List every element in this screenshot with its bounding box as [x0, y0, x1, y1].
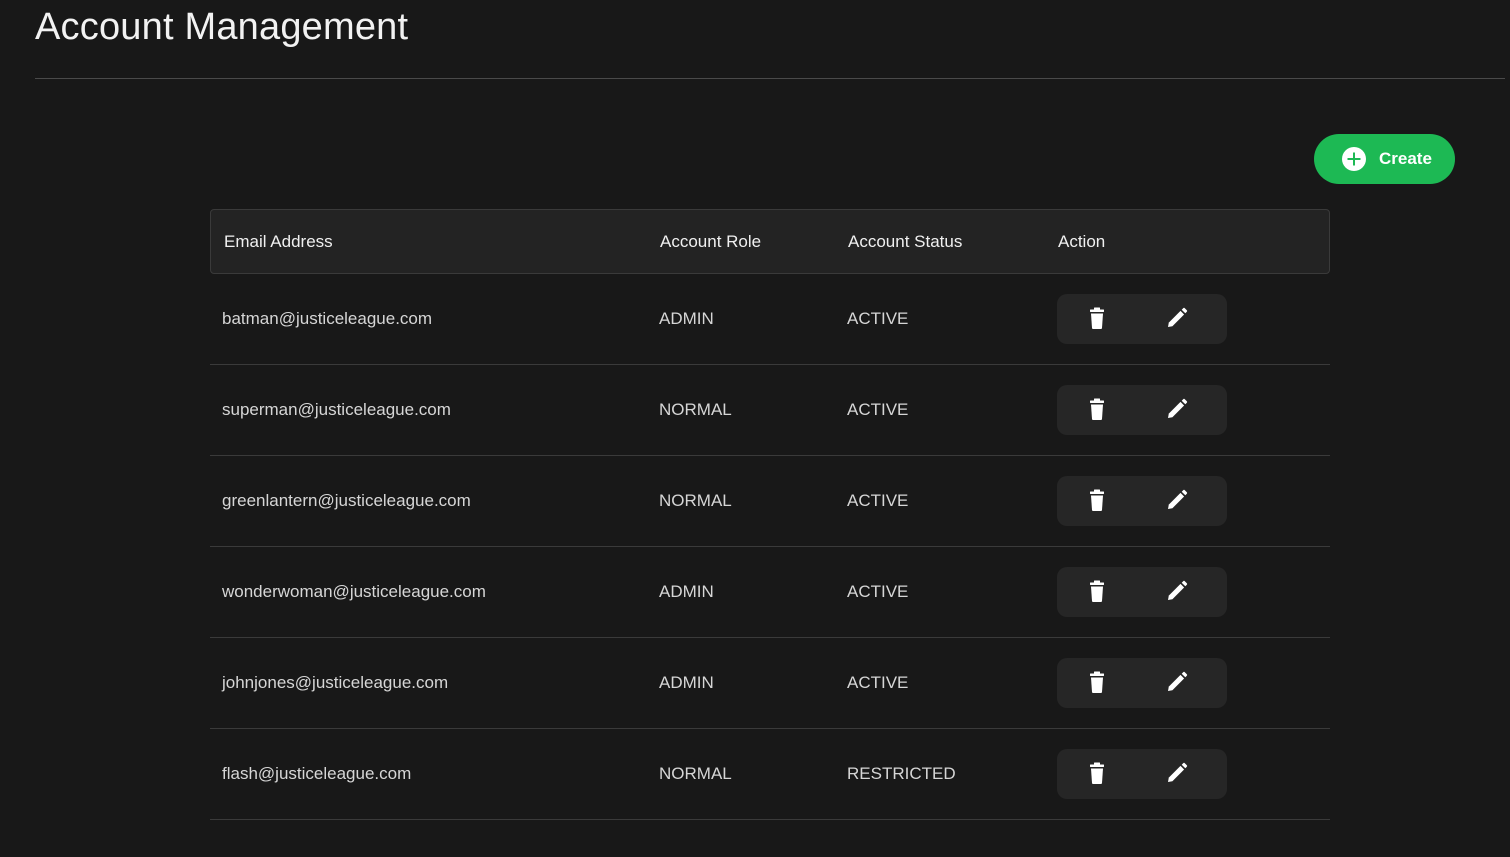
row-email: batman@justiceleague.com — [222, 309, 433, 328]
table-row: flash@justiceleague.com NORMAL RESTRICTED — [210, 729, 1330, 820]
trash-icon — [1082, 394, 1112, 424]
row-status: ACTIVE — [847, 400, 909, 419]
row-actions — [1057, 749, 1227, 799]
row-role: NORMAL — [659, 764, 732, 783]
column-header-action: Action — [1058, 232, 1106, 251]
row-actions — [1057, 385, 1227, 435]
pencil-icon — [1162, 394, 1192, 424]
trash-icon — [1082, 485, 1112, 515]
delete-button[interactable] — [1082, 485, 1112, 515]
edit-button[interactable] — [1162, 485, 1192, 515]
delete-button[interactable] — [1082, 576, 1112, 606]
plus-circle-icon — [1342, 147, 1366, 171]
row-actions — [1057, 567, 1227, 617]
trash-icon — [1082, 667, 1112, 697]
create-button[interactable]: Create — [1314, 134, 1455, 184]
create-label: Create — [1379, 149, 1432, 168]
table-row: wonderwoman@justiceleague.com ADMIN ACTIVE — [210, 547, 1330, 638]
row-role: NORMAL — [659, 400, 732, 419]
page-title: Account Management — [35, 6, 409, 48]
row-status: RESTRICTED — [847, 764, 956, 783]
row-email: greenlantern@justiceleague.com — [222, 491, 471, 510]
edit-button[interactable] — [1162, 667, 1192, 697]
trash-icon — [1082, 303, 1112, 333]
row-status: ACTIVE — [847, 309, 909, 328]
pencil-icon — [1162, 667, 1192, 697]
row-email: wonderwoman@justiceleague.com — [222, 582, 486, 601]
row-role: ADMIN — [659, 582, 714, 601]
pencil-icon — [1162, 485, 1192, 515]
row-actions — [1057, 658, 1227, 708]
column-header-role: Account Role — [660, 232, 762, 251]
row-actions — [1057, 476, 1227, 526]
row-role: ADMIN — [659, 673, 714, 692]
table-row: batman@justiceleague.com ADMIN ACTIVE — [210, 274, 1330, 365]
row-email: johnjones@justiceleague.com — [222, 673, 449, 692]
delete-button[interactable] — [1082, 394, 1112, 424]
row-role: ADMIN — [659, 309, 714, 328]
pencil-icon — [1162, 758, 1192, 788]
trash-icon — [1082, 758, 1112, 788]
edit-button[interactable] — [1162, 576, 1192, 606]
delete-button[interactable] — [1082, 667, 1112, 697]
edit-button[interactable] — [1162, 394, 1192, 424]
row-actions — [1057, 294, 1227, 344]
row-email: flash@justiceleague.com — [222, 764, 412, 783]
delete-button[interactable] — [1082, 758, 1112, 788]
pencil-icon — [1162, 303, 1192, 333]
edit-button[interactable] — [1162, 758, 1192, 788]
title-divider — [35, 78, 1505, 79]
accounts-table: Email Address Account Role Account Statu… — [210, 209, 1330, 820]
column-header-email: Email Address — [224, 232, 333, 251]
table-row: greenlantern@justiceleague.com NORMAL ACTI… — [210, 456, 1330, 547]
table-row: superman@justiceleague.com NORMAL ACTIVE — [210, 365, 1330, 456]
row-email: superman@justiceleague.com — [222, 400, 451, 419]
table-row: johnjones@justiceleague.com ADMIN ACTIVE — [210, 638, 1330, 729]
row-status: ACTIVE — [847, 491, 909, 510]
edit-button[interactable] — [1162, 303, 1192, 333]
table-header: Email Address Account Role Account Statu… — [210, 209, 1330, 274]
account-management-page: Account Management Create Email Address … — [0, 0, 1510, 857]
delete-button[interactable] — [1082, 303, 1112, 333]
row-role: NORMAL — [659, 491, 732, 510]
pencil-icon — [1162, 576, 1192, 606]
trash-icon — [1082, 576, 1112, 606]
column-header-status: Account Status — [848, 232, 963, 251]
row-status: ACTIVE — [847, 673, 909, 692]
table-body: batman@justiceleague.com ADMIN ACTIVE super… — [210, 274, 1330, 820]
row-status: ACTIVE — [847, 582, 909, 601]
